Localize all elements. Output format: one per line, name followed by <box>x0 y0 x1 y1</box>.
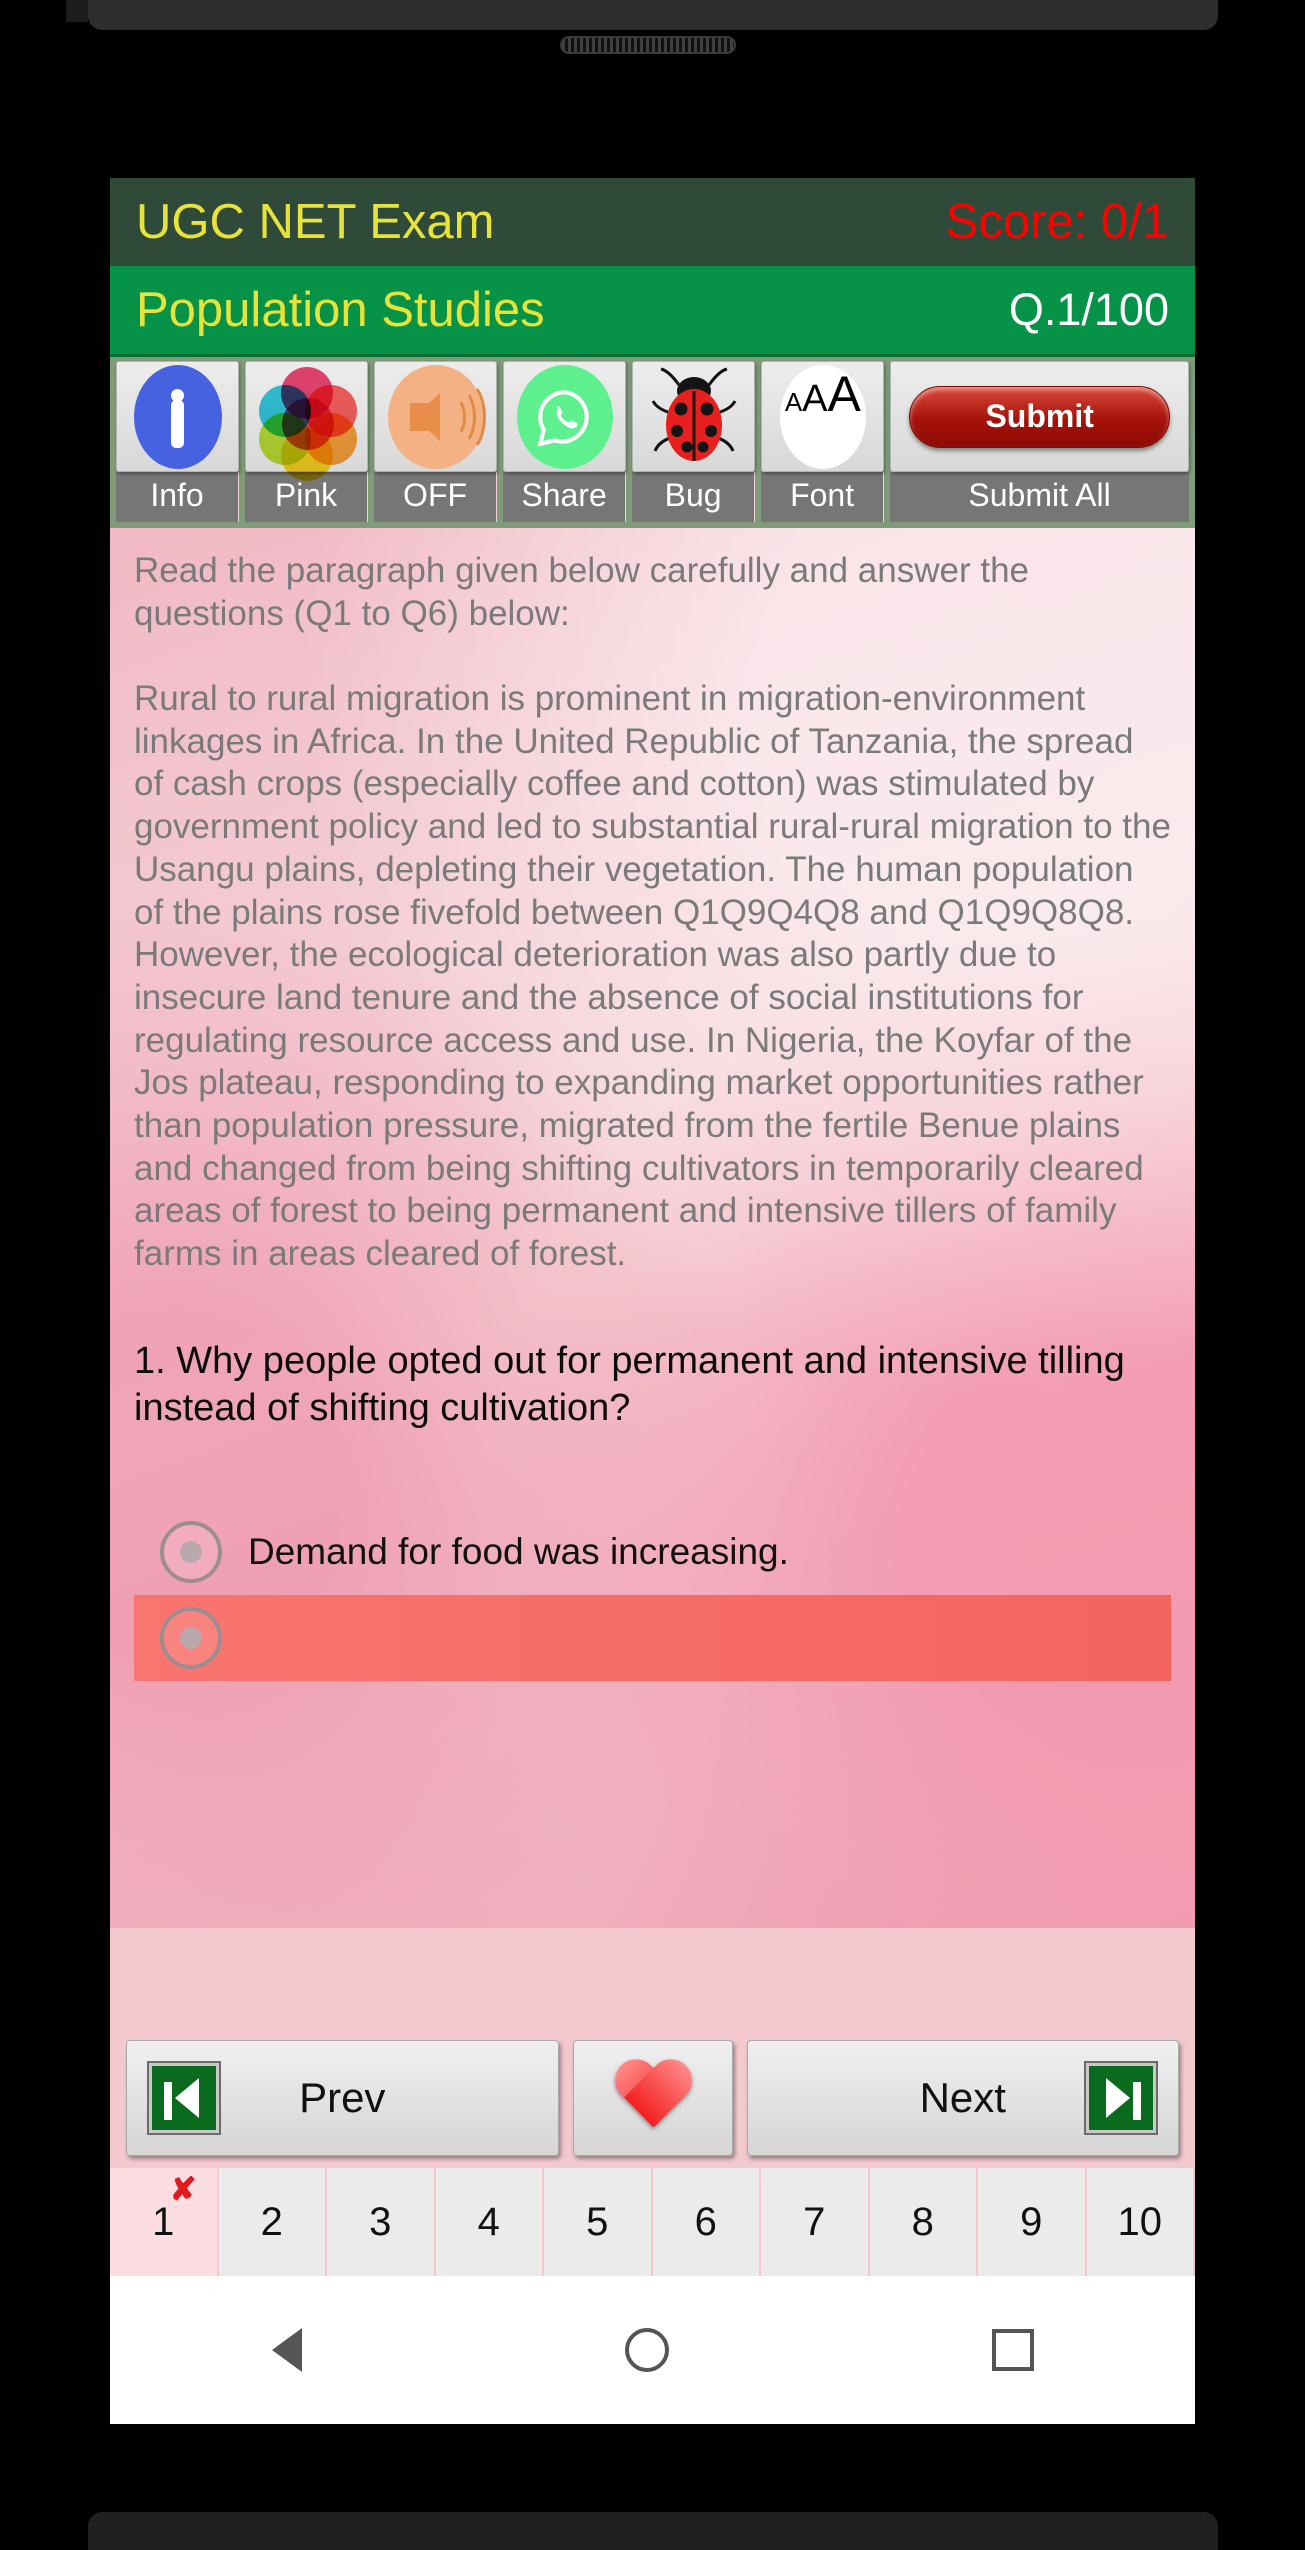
earpiece-speaker <box>560 36 736 54</box>
radio-button-icon[interactable] <box>160 1520 222 1583</box>
color-palette-icon <box>258 366 357 481</box>
font-icon-large: A <box>827 365 861 422</box>
qnum-cell-6[interactable]: 6 <box>652 2168 761 2276</box>
toolbar-button-bug[interactable] <box>632 361 756 472</box>
font-icon-small: A <box>784 386 803 417</box>
qnum-cell-1[interactable]: ✘ 1 <box>110 2168 219 2276</box>
toolbar-button-share[interactable] <box>503 361 627 472</box>
prev-button[interactable]: Prev <box>126 2040 559 2156</box>
incorrect-mark-icon: ✘ <box>169 2171 197 2207</box>
toolbar-labels: Info Pink OFF Share Bug Font Submit All <box>110 472 1195 528</box>
subject-title: Population Studies <box>136 283 545 337</box>
toolbar: AAA Submit <box>110 354 1195 481</box>
toolbar-label-sound[interactable]: OFF <box>374 472 498 522</box>
back-triangle-icon[interactable] <box>271 2328 302 2372</box>
toolbar-button-submit[interactable]: Submit <box>890 361 1189 472</box>
favorite-button[interactable] <box>572 2040 733 2156</box>
whatsapp-share-icon <box>516 364 613 469</box>
prev-button-label: Prev <box>299 2074 386 2121</box>
qnum-label: 4 <box>477 2199 500 2244</box>
phone-bezel-top <box>66 0 1218 30</box>
option-label: Demand for food was increasing. <box>248 1530 789 1572</box>
toolbar-label-font[interactable]: Font <box>761 472 885 522</box>
question-text: 1. Why people opted out for permanent an… <box>134 1339 1125 1430</box>
qnum-cell-2[interactable]: 2 <box>218 2168 327 2276</box>
qnum-label: 9 <box>1020 2199 1043 2244</box>
toolbar-label-submit-all[interactable]: Submit All <box>890 472 1190 522</box>
qnum-label: 3 <box>369 2199 392 2244</box>
next-button-label: Next <box>919 2074 1006 2121</box>
qnum-label: 2 <box>260 2199 283 2244</box>
info-icon <box>133 364 222 469</box>
speaker-icon <box>387 364 486 469</box>
submit-button-label: Submit <box>909 385 1171 448</box>
qnum-label: 6 <box>694 2199 717 2244</box>
question-number-strip: ✘ 1 2 3 4 5 6 7 8 9 10 <box>110 2168 1195 2276</box>
toolbar-label-bug[interactable]: Bug <box>632 472 756 522</box>
qnum-cell-9[interactable]: 9 <box>978 2168 1087 2276</box>
question-counter: Q.1/100 <box>1008 284 1169 335</box>
toolbar-button-info[interactable] <box>116 361 240 472</box>
toolbar-label-info[interactable]: Info <box>116 472 240 522</box>
font-size-icon: AAA <box>779 364 866 469</box>
phone-bezel-bottom <box>88 2512 1218 2550</box>
content-area: Read the paragraph given below carefully… <box>110 528 1195 1928</box>
qnum-cell-5[interactable]: 5 <box>544 2168 653 2276</box>
toolbar-label-share[interactable]: Share <box>503 472 627 522</box>
qnum-label: 10 <box>1117 2199 1163 2244</box>
ladybug-icon <box>649 367 739 467</box>
exam-title: UGC NET Exam <box>136 195 495 249</box>
heart-icon <box>612 2061 694 2135</box>
radio-button-icon[interactable] <box>160 1606 222 1669</box>
subject-bar: Population Studies Q.1/100 <box>110 266 1195 354</box>
toolbar-button-sound[interactable] <box>374 361 498 472</box>
toolbar-button-pink[interactable] <box>245 361 369 481</box>
qnum-label: 7 <box>803 2199 826 2244</box>
home-circle-icon[interactable] <box>624 2328 669 2372</box>
qnum-cell-4[interactable]: 4 <box>435 2168 544 2276</box>
qnum-label: 5 <box>586 2199 609 2244</box>
font-icon-medium: A <box>802 377 828 420</box>
recents-square-icon[interactable] <box>991 2329 1034 2371</box>
app-screen: UGC NET Exam Score: 0/1 Population Studi… <box>110 178 1195 2424</box>
phone-frame: UGC NET Exam Score: 0/1 Population Studi… <box>0 0 1305 2550</box>
passage-text: Read the paragraph given below carefully… <box>134 551 1171 1273</box>
system-navigation-bar <box>110 2276 1195 2424</box>
option-row[interactable]: Demand for food was increasing. <box>134 1509 1171 1595</box>
qnum-cell-7[interactable]: 7 <box>761 2168 870 2276</box>
qnum-cell-3[interactable]: 3 <box>327 2168 436 2276</box>
option-row[interactable] <box>134 1594 1171 1681</box>
next-button[interactable]: Next <box>746 2040 1179 2156</box>
toolbar-button-font[interactable]: AAA <box>761 361 885 472</box>
exam-header: UGC NET Exam Score: 0/1 <box>110 178 1195 266</box>
qnum-label: 8 <box>911 2199 934 2244</box>
skip-next-icon <box>1084 2061 1158 2135</box>
skip-previous-icon <box>147 2061 221 2135</box>
options-list: Demand for food was increasing. <box>134 1509 1171 1681</box>
navigation-bar: Prev Next <box>110 2030 1195 2166</box>
score-label: Score: 0/1 <box>945 195 1169 249</box>
qnum-cell-8[interactable]: 8 <box>869 2168 978 2276</box>
qnum-cell-10[interactable]: 10 <box>1086 2168 1195 2276</box>
